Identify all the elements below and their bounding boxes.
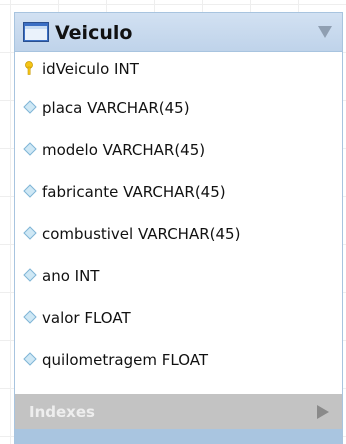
- table-header[interactable]: Veiculo: [15, 13, 342, 52]
- column-label: placa VARCHAR(45): [42, 99, 190, 117]
- column-row[interactable]: fabricante VARCHAR(45): [15, 172, 342, 214]
- column-row[interactable]: idVeiculo INT: [15, 52, 342, 88]
- column-row[interactable]: placa VARCHAR(45): [15, 88, 342, 130]
- primary-key-icon: [25, 61, 33, 75]
- column-row[interactable]: quilometragem FLOAT: [15, 340, 342, 382]
- table-title: Veiculo: [55, 22, 133, 44]
- column-diamond-icon: [23, 352, 37, 366]
- column-list: idVeiculo INT placa VARCHAR(45) modelo V…: [15, 52, 342, 382]
- column-row[interactable]: modelo VARCHAR(45): [15, 130, 342, 172]
- column-diamond-icon: [23, 268, 37, 282]
- column-label: valor FLOAT: [42, 309, 131, 327]
- column-label: idVeiculo INT: [42, 60, 139, 78]
- column-diamond-icon: [23, 226, 37, 240]
- column-diamond-icon: [23, 310, 37, 324]
- column-row[interactable]: ano INT: [15, 256, 342, 298]
- expand-triangle-icon[interactable]: [317, 405, 329, 419]
- collapse-triangle-icon[interactable]: [318, 26, 332, 38]
- column-diamond-icon: [23, 184, 37, 198]
- column-row[interactable]: valor FLOAT: [15, 298, 342, 340]
- table-footer-bar: [15, 429, 342, 444]
- entity-table-veiculo[interactable]: Veiculo idVeiculo INT placa VARCHAR(45): [14, 12, 343, 444]
- indexes-section[interactable]: Indexes: [15, 394, 342, 429]
- column-label: fabricante VARCHAR(45): [42, 183, 226, 201]
- table-icon: [23, 22, 49, 42]
- indexes-label: Indexes: [29, 403, 95, 421]
- column-row[interactable]: combustivel VARCHAR(45): [15, 214, 342, 256]
- column-label: combustivel VARCHAR(45): [42, 225, 241, 243]
- column-label: quilometragem FLOAT: [42, 351, 209, 369]
- diagram-canvas: Veiculo idVeiculo INT placa VARCHAR(45): [0, 0, 346, 444]
- column-label: ano INT: [42, 267, 100, 285]
- column-diamond-icon: [23, 142, 37, 156]
- column-diamond-icon: [23, 100, 37, 114]
- column-label: modelo VARCHAR(45): [42, 141, 206, 159]
